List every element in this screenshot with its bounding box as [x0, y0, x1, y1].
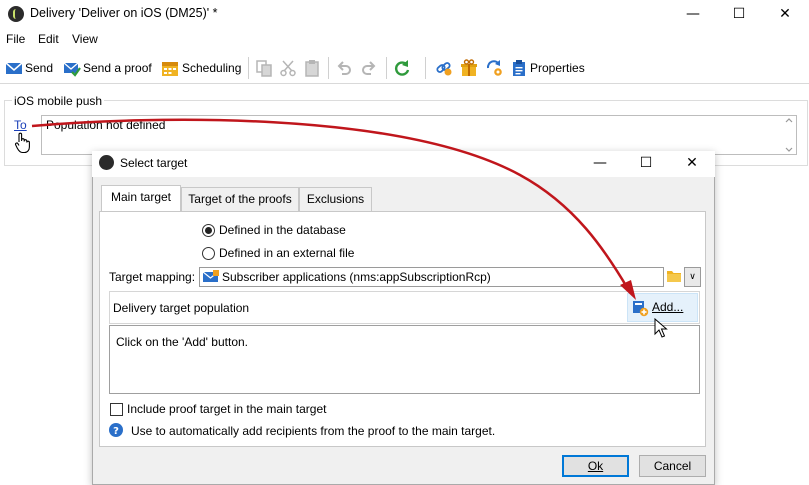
help-text: Use to automatically add recipients from… [131, 424, 496, 438]
population-hint: Click on the 'Add' button. [116, 335, 248, 349]
folder-icon[interactable] [666, 269, 682, 283]
scrollbar[interactable] [782, 116, 796, 154]
sync-icon[interactable] [485, 59, 503, 77]
app-icon [8, 6, 24, 22]
tab-main-target[interactable]: Main target [101, 185, 181, 212]
gift-icon[interactable] [460, 59, 478, 77]
include-proof-label[interactable]: Include proof target in the main target [127, 402, 326, 416]
close-icon[interactable]: ✕ [669, 151, 715, 175]
menu-edit[interactable]: Edit [38, 32, 59, 46]
undo-icon[interactable] [335, 59, 353, 77]
add-button-label: Add... [652, 300, 684, 314]
toolbar-separator [328, 57, 329, 79]
calendar-icon[interactable] [161, 59, 179, 77]
to-value: Population not defined [46, 118, 166, 132]
menu-view[interactable]: View [72, 32, 98, 46]
group-label: iOS mobile push [12, 94, 105, 108]
menu-bar [0, 28, 809, 50]
send-proof-icon[interactable] [63, 59, 81, 77]
dialog-title: Select target [120, 156, 188, 170]
minimize-icon[interactable]: — [577, 151, 623, 175]
radio-external-label[interactable]: Defined in an external file [219, 246, 354, 260]
add-target-icon [632, 300, 649, 317]
to-link[interactable]: To [14, 118, 27, 132]
radio-external-file[interactable] [202, 247, 215, 260]
window-title: Delivery 'Deliver on iOS (DM25)' * [30, 6, 218, 20]
send-button[interactable]: Send [25, 59, 53, 77]
refresh-icon[interactable] [393, 59, 411, 77]
mouse-pointer-icon [654, 318, 668, 338]
mapping-label: Target mapping: [109, 270, 196, 284]
maximize-icon[interactable]: ☐ [623, 151, 669, 175]
copy-icon[interactable] [255, 59, 273, 77]
app-icon [99, 155, 114, 170]
menu-file[interactable]: File [6, 32, 25, 46]
tab-exclusions[interactable]: Exclusions [299, 187, 372, 211]
svg-text:?: ? [113, 426, 119, 437]
send-icon[interactable] [5, 59, 23, 77]
properties-button[interactable]: Properties [530, 59, 585, 77]
minimize-icon[interactable]: — [670, 0, 716, 28]
cut-icon[interactable] [279, 59, 297, 77]
scheduling-button[interactable]: Scheduling [182, 59, 241, 77]
toolbar-separator [386, 57, 387, 79]
cancel-button[interactable]: Cancel [639, 455, 706, 477]
close-icon[interactable]: ✕ [762, 0, 808, 28]
ok-label: Ok [587, 459, 604, 473]
radio-database[interactable] [202, 224, 215, 237]
toolbar-separator [248, 57, 249, 79]
link-icon[interactable] [435, 59, 453, 77]
radio-database-label[interactable]: Defined in the database [219, 223, 346, 237]
paste-icon[interactable] [303, 59, 321, 77]
population-label: Delivery target population [113, 301, 250, 315]
target-mapping-field[interactable]: Subscriber applications (nms:appSubscrip… [199, 267, 664, 287]
chevron-down-icon[interactable]: ∨ [684, 267, 701, 287]
send-proof-button[interactable]: Send a proof [83, 59, 152, 77]
to-field[interactable]: Population not defined [41, 115, 797, 155]
mapping-value: Subscriber applications (nms:appSubscrip… [222, 270, 491, 284]
help-icon: ? [108, 422, 124, 438]
toolbar-separator [425, 57, 426, 79]
clipboard-icon[interactable] [510, 59, 528, 77]
hand-cursor-icon [14, 132, 32, 154]
tab-target-of-proofs[interactable]: Target of the proofs [181, 187, 299, 211]
maximize-icon[interactable]: ☐ [716, 0, 762, 28]
envelope-icon [203, 270, 219, 284]
population-list[interactable]: Click on the 'Add' button. [109, 325, 700, 394]
include-proof-checkbox[interactable] [110, 403, 123, 416]
redo-icon[interactable] [360, 59, 378, 77]
ok-button[interactable]: Ok [562, 455, 629, 477]
